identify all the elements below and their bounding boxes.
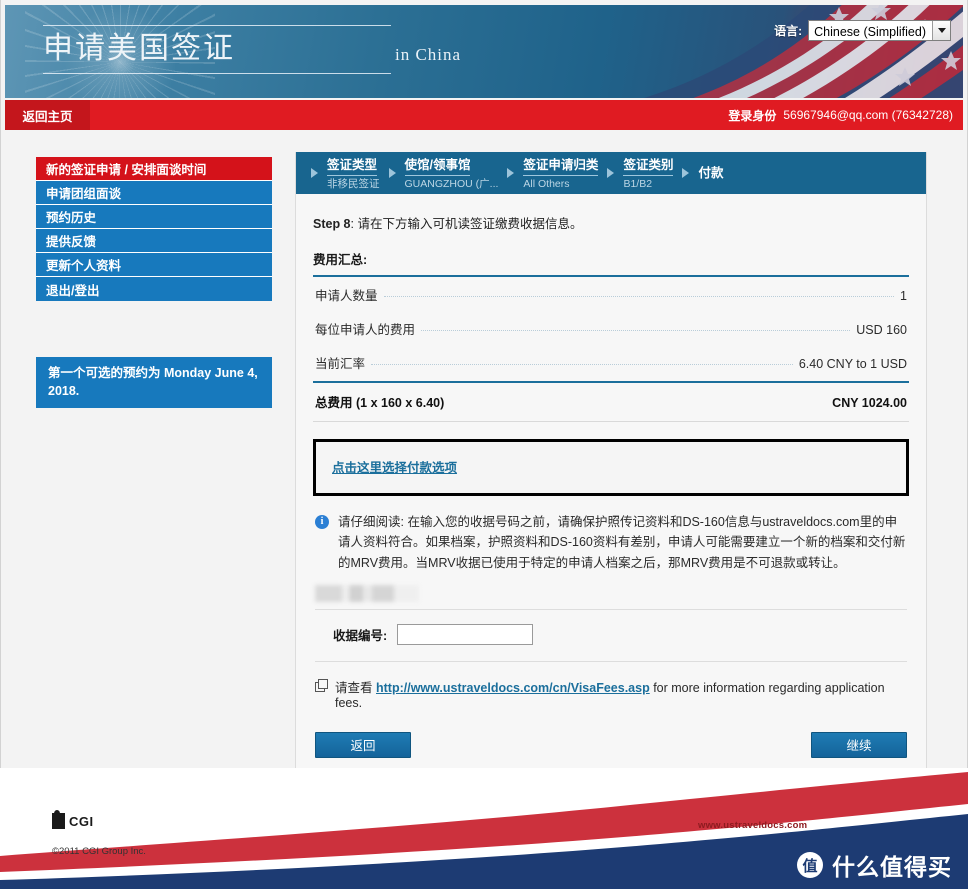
chevron-right-icon (311, 168, 318, 178)
notice-text: 请仔细阅读: 在输入您的收据号码之前，请确保护照传记资料和DS-160信息与us… (338, 515, 906, 570)
chevron-right-icon (507, 168, 515, 178)
page-root: 申请美国签证 in China 语言: Chinese (Simplified)… (0, 0, 968, 889)
cgi-logo: CGI (52, 810, 94, 829)
fee-row-value: 1 (900, 289, 907, 303)
copyright-text: ©2011 CGI Group Inc. (52, 846, 146, 857)
fee-row-per-applicant: 每位申请人的费用 USD 160 (313, 311, 909, 345)
breadcrumb-item-payment: 付款 (698, 163, 723, 183)
select-payment-options-link[interactable]: 点击这里选择付款选项 (332, 461, 457, 475)
breadcrumb-sub: B1/B2 (623, 177, 653, 190)
sidebar-item-group-appointment[interactable]: 申请团组面谈 (36, 181, 272, 205)
receipt-number-input[interactable] (397, 623, 534, 645)
dot-leader (421, 330, 851, 331)
content-area: 新的签证申请 / 安排面谈时间 申请团组面谈 预约历史 提供反馈 更新个人资料 … (5, 130, 963, 788)
breadcrumb-item-category[interactable]: 签证申请归类 All Others (523, 155, 599, 191)
fee-total-label: 总费用 (1 x 160 x 6.40) (315, 392, 444, 411)
site-footer: CGI ©2011 CGI Group Inc. www.ustraveldoc… (0, 768, 968, 889)
fee-row-key: 当前汇率 (315, 357, 366, 371)
info-icon: i (315, 515, 329, 529)
first-available-appointment-note: 第一个可选的预约为 Monday June 4, 2018. (36, 357, 272, 409)
login-label: 登录身份 (728, 108, 777, 123)
external-link-icon (315, 678, 328, 692)
step-text: : 请在下方输入可机读签证缴费收据信息。 (350, 217, 583, 231)
site-banner: 申请美国签证 in China 语言: Chinese (Simplified) (5, 5, 963, 98)
breadcrumb-sub: GUANGZHOU (广... (404, 177, 499, 190)
fee-row-applicants: 申请人数量 1 (313, 277, 909, 311)
fee-total-row: 总费用 (1 x 160 x 6.40) CNY 1024.00 (313, 383, 909, 422)
total-formula: (1 x 160 x 6.40) (356, 396, 445, 410)
dot-leader (383, 296, 895, 297)
watermark-text: 什么值得买 (832, 854, 952, 880)
breadcrumb-item-visa-type[interactable]: 签证类型 非移民签证 (327, 155, 380, 191)
breadcrumb-item-visa-class[interactable]: 签证类别 B1/B2 (623, 155, 674, 191)
sidebar-item-appointment-history[interactable]: 预约历史 (36, 205, 272, 229)
fee-summary-title: 费用汇总: (313, 249, 909, 277)
login-info: 登录身份 56967946@qq.com (76342728) (728, 100, 953, 130)
fee-total-amount: CNY 1024.00 (832, 396, 907, 410)
watermark: 值 什么值得买 (797, 848, 952, 882)
main-panel: 签证类型 非移民签证 使馆/领事馆 GUANGZHOU (广... 签证申请归类… (295, 152, 927, 788)
sidebar-item-logout[interactable]: 退出/登出 (36, 277, 272, 301)
fee-row-key: 每位申请人的费用 (315, 323, 416, 337)
language-selected-value: Chinese (Simplified) (814, 25, 926, 39)
watermark-badge-icon: 值 (797, 852, 823, 878)
chevron-right-icon (388, 168, 396, 178)
fee-row-value: 6.40 CNY to 1 USD (798, 357, 907, 371)
breadcrumb-title[interactable]: 签证类型 (327, 158, 378, 176)
home-button[interactable]: 返回主页 (5, 100, 90, 130)
banner-subtitle: in China (395, 45, 462, 64)
cgi-logo-text: CGI (69, 814, 94, 829)
dot-leader (371, 364, 793, 365)
language-label: 语言: (774, 24, 803, 38)
divider (315, 660, 907, 662)
breadcrumb-title[interactable]: 使馆/领事馆 (404, 158, 471, 176)
sidebar-item-feedback[interactable]: 提供反馈 (36, 229, 272, 253)
payment-options-box: 点击这里选择付款选项 (313, 439, 909, 496)
redacted-block (315, 584, 419, 602)
banner-title-block: 申请美国签证 (43, 25, 643, 74)
breadcrumb-title: 付款 (698, 166, 724, 180)
fee-row-exchange-rate: 当前汇率 6.40 CNY to 1 USD (313, 345, 909, 379)
receipt-number-label: 收据编号: (333, 628, 388, 643)
fee-row-key: 申请人数量 (315, 289, 378, 303)
fees-info-text: 请查看 http://www.ustraveldocs.com/cn/VisaF… (335, 677, 907, 710)
breadcrumb-sub: 非移民签证 (327, 177, 380, 190)
step-instruction: Step 8: 请在下方输入可机读签证缴费收据信息。 (313, 213, 909, 232)
breadcrumb-item-post[interactable]: 使馆/领事馆 GUANGZHOU (广... (404, 155, 499, 191)
login-username: 56967946@qq.com (76342728) (783, 108, 953, 122)
cgi-mark-icon (52, 810, 65, 829)
continue-button[interactable]: 继续 (811, 731, 907, 758)
page-title: 申请美国签证 (43, 25, 391, 74)
chevron-down-icon[interactable] (932, 21, 950, 40)
login-bar: 返回主页 登录身份 56967946@qq.com (76342728) (5, 100, 963, 130)
step-label: Step 8 (313, 217, 351, 231)
visa-fees-info-row: 请查看 http://www.ustraveldocs.com/cn/VisaF… (315, 677, 907, 710)
footer-url: www.ustraveldocs.com (698, 820, 808, 831)
form-actions: 返回 继续 (315, 731, 907, 773)
important-notice: i 请仔细阅读: 在输入您的收据号码之前，请确保护照传记资料和DS-160信息与… (315, 512, 907, 573)
fee-row-value: USD 160 (856, 323, 907, 337)
sidebar-item-new-application[interactable]: 新的签证申请 / 安排面谈时间 (36, 157, 272, 181)
breadcrumb: 签证类型 非移民签证 使馆/领事馆 GUANGZHOU (广... 签证申请归类… (296, 152, 926, 194)
panel-body: Step 8: 请在下方输入可机读签证缴费收据信息。 费用汇总: 申请人数量 1… (296, 213, 926, 773)
total-label-text: 总费用 (315, 396, 353, 410)
chevron-right-icon (607, 168, 615, 178)
sidebar-item-update-profile[interactable]: 更新个人资料 (36, 253, 272, 277)
breadcrumb-sub: All Others (523, 177, 570, 190)
breadcrumb-title[interactable]: 签证申请归类 (523, 158, 599, 176)
breadcrumb-title[interactable]: 签证类别 (623, 158, 674, 176)
chevron-right-icon (682, 168, 690, 178)
sidebar-nav: 新的签证申请 / 安排面谈时间 申请团组面谈 预约历史 提供反馈 更新个人资料 … (36, 157, 272, 301)
language-selector[interactable]: 语言: Chinese (Simplified) (774, 20, 951, 41)
receipt-number-field-row: 收据编号: (313, 610, 909, 661)
language-dropdown[interactable]: Chinese (Simplified) (808, 20, 951, 41)
visa-fees-link[interactable]: http://www.ustraveldocs.com/cn/VisaFees.… (376, 681, 650, 695)
fees-link-prefix: 请查看 (335, 680, 373, 695)
back-button[interactable]: 返回 (315, 731, 411, 758)
